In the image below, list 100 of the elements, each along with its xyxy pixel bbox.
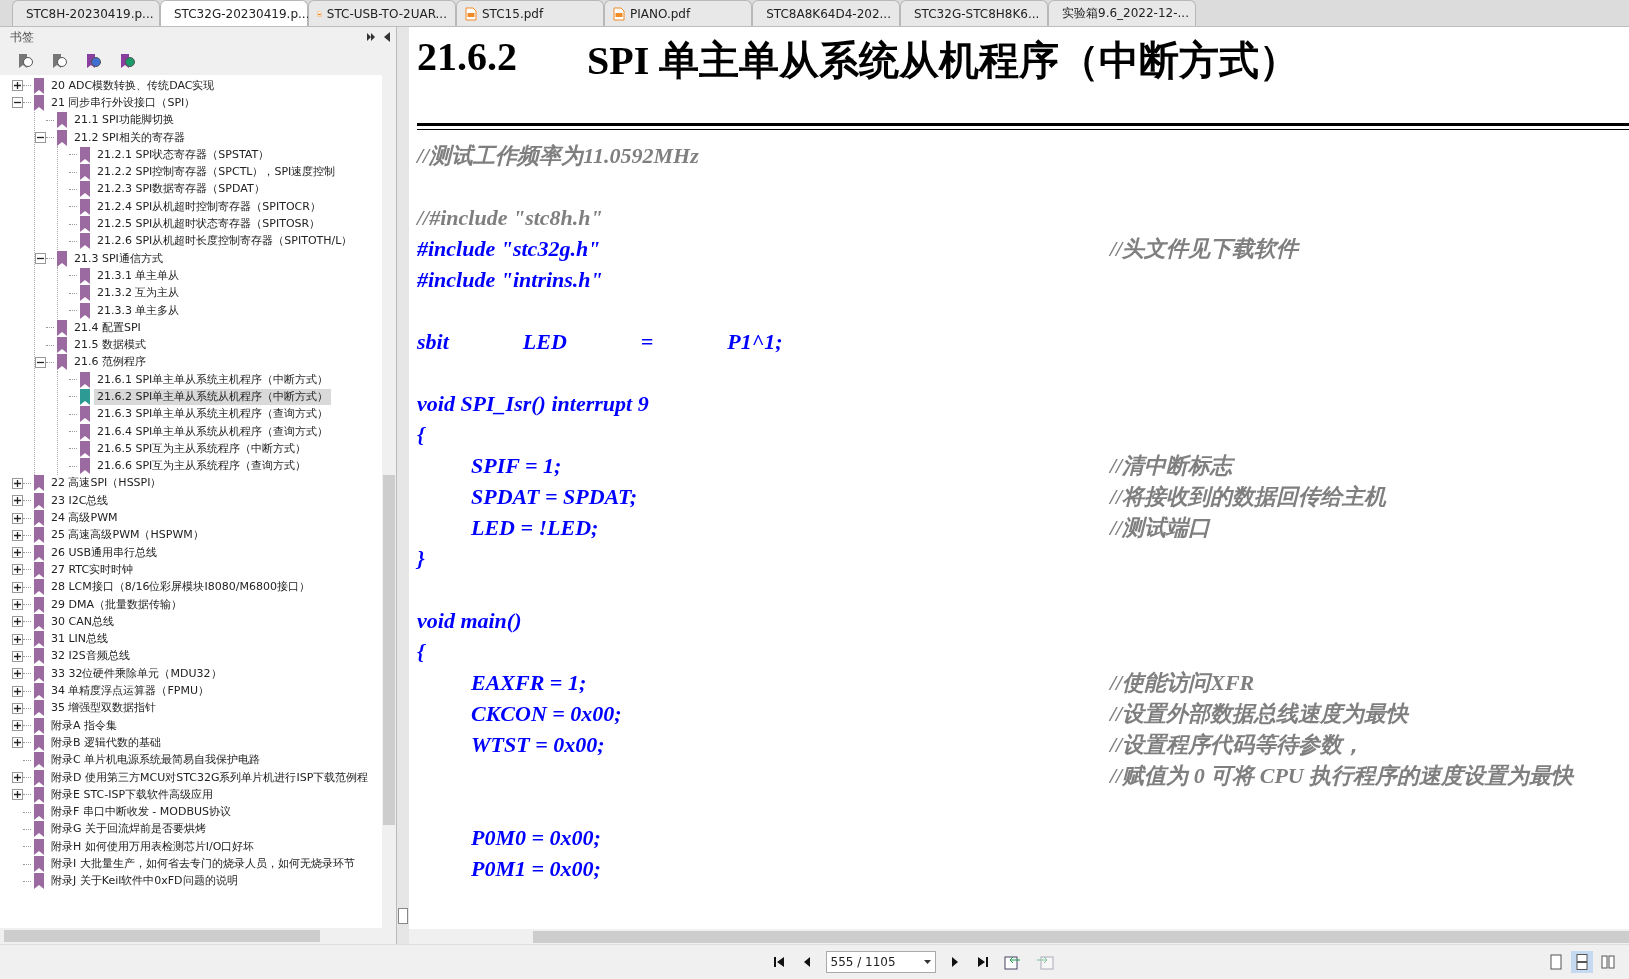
expand-toggle[interactable] (12, 737, 23, 749)
expand-toggle[interactable] (12, 772, 23, 783)
collapse-toggle[interactable] (12, 97, 23, 109)
expand-toggle[interactable] (12, 80, 23, 92)
scrollbar[interactable] (0, 928, 396, 944)
bookmark-item[interactable]: 21.6.3 SPI单主单从系统主机程序（查询方式） (94, 406, 332, 423)
bookmark-item[interactable]: 21.6.5 SPI互为主从系统程序（中断方式） (94, 440, 310, 457)
double-chevron-icon[interactable] (366, 32, 376, 42)
splitter-handle[interactable] (398, 908, 408, 924)
expand-toggle[interactable] (12, 581, 23, 593)
bookmark-check-icon[interactable] (118, 52, 136, 70)
bookmark-item[interactable]: 32 I2S音频总线 (48, 648, 133, 665)
bookmark-item[interactable]: 21.6.4 SPI单主单从系统从机程序（查询方式） (94, 423, 332, 440)
document-tab[interactable]: STC-USB-TO-2UAR... (308, 0, 456, 26)
bookmark-item[interactable]: 附录H 如何使用万用表检测芯片I/O口好坏 (48, 838, 258, 855)
bookmark-item[interactable]: 21.3.2 互为主从 (94, 285, 183, 302)
bookmark-icon (34, 77, 44, 94)
bookmark-delete-icon[interactable] (16, 52, 34, 70)
view-mode-button[interactable] (1571, 951, 1593, 973)
bookmark-item[interactable]: 附录C 单片机电源系统最简易自我保护电路 (48, 752, 264, 769)
expand-toggle[interactable] (12, 789, 23, 801)
bookmark-item[interactable]: 附录E STC-ISP下载软件高级应用 (48, 786, 216, 803)
bookmark-goto-icon[interactable] (84, 52, 102, 70)
bookmark-item[interactable]: 21.6 范例程序 (71, 354, 149, 371)
expand-toggle[interactable] (12, 564, 23, 576)
bookmark-item[interactable]: 27 RTC实时时钟 (48, 561, 137, 578)
document-tab[interactable]: STC8H-20230419.p... (12, 0, 160, 26)
expand-toggle[interactable] (12, 650, 23, 662)
document-tab[interactable]: STC8A8K64D4-202... (752, 0, 900, 26)
plus-icon (14, 497, 21, 505)
bookmark-item[interactable]: 35 增强型双数据指针 (48, 700, 160, 717)
bookmark-item[interactable]: 30 CAN总线 (48, 613, 117, 630)
bookmark-add-icon[interactable] (50, 52, 68, 70)
expand-toggle[interactable] (12, 599, 23, 611)
bookmark-item[interactable]: 29 DMA（批量数据传输） (48, 596, 185, 613)
document-tab[interactable]: STC15.pdf (456, 0, 604, 26)
expand-toggle[interactable] (12, 702, 23, 714)
document-tab[interactable]: STC32G-STC8H8K6... (900, 0, 1048, 26)
bookmark-item[interactable]: 21.2.6 SPI从机超时长度控制寄存器（SPITOTH/L） (94, 233, 356, 250)
bookmark-item[interactable]: 21.6.1 SPI单主单从系统主机程序（中断方式） (94, 371, 332, 388)
bookmark-icon (80, 216, 90, 232)
bookmark-item[interactable]: 34 单精度浮点运算器（FPMU） (48, 683, 212, 700)
collapse-panel-icon[interactable] (384, 32, 390, 42)
bookmark-item[interactable]: 21 同步串行外设接口（SPI） (48, 94, 199, 111)
bookmark-item[interactable]: 21.3 SPI通信方式 (71, 250, 166, 267)
expand-toggle[interactable] (12, 720, 23, 732)
expand-toggle[interactable] (12, 616, 23, 628)
bookmark-icon (34, 821, 44, 838)
dropdown-caret-icon[interactable] (923, 960, 931, 964)
bookmark-item[interactable]: 21.6.2 SPI单主单从系统从机程序（中断方式） (94, 389, 332, 405)
expand-toggle[interactable] (12, 633, 23, 645)
collapse-toggle[interactable] (35, 132, 46, 144)
page-number-field[interactable]: 555 / 1105 (825, 951, 936, 973)
bookmark-item[interactable]: 25 高速高级PWM（HSPWM） (48, 527, 207, 544)
document-tab[interactable]: STC32G-20230419.p... (160, 0, 308, 26)
back-view-icon (1003, 954, 1022, 970)
bookmark-item[interactable]: 附录G 关于回流焊前是否要烘烤 (48, 821, 210, 838)
collapse-toggle[interactable] (35, 356, 46, 368)
bookmark-item[interactable]: 附录F 串口中断收发 - MODBUS协议 (48, 804, 234, 821)
bookmark-item[interactable]: 21.5 数据模式 (71, 337, 149, 354)
bookmark-item[interactable]: 21.1 SPI功能脚切换 (71, 112, 177, 129)
document-tab[interactable]: PIANO.pdf (604, 0, 752, 26)
bookmark-item[interactable]: 附录A 指令集 (48, 717, 121, 734)
bookmark-item[interactable]: 31 LIN总线 (48, 631, 112, 648)
expand-toggle[interactable] (12, 547, 23, 559)
bookmark-item[interactable]: 21.2.4 SPI从机超时控制寄存器（SPITOCR） (94, 198, 324, 215)
expand-toggle[interactable] (12, 495, 23, 507)
bookmark-item[interactable]: 21.2.3 SPI数据寄存器（SPDAT） (94, 181, 268, 198)
bookmark-item[interactable]: 33 32位硬件乘除单元（MDU32） (48, 665, 225, 682)
collapse-toggle[interactable] (35, 253, 46, 265)
bookmark-item[interactable]: 21.2 SPI相关的寄存器 (71, 129, 188, 146)
bookmark-item[interactable]: 26 USB通用串行总线 (48, 544, 161, 561)
bookmark-icon (34, 786, 44, 803)
bookmark-icon (34, 838, 44, 855)
bookmark-item[interactable]: 24 高级PWM (48, 510, 121, 527)
bookmark-item[interactable]: 21.3.3 单主多从 (94, 302, 183, 319)
expand-toggle[interactable] (12, 685, 23, 697)
bookmark-item[interactable]: 28 LCM接口（8/16位彩屏模块I8080/M6800接口） (48, 579, 313, 596)
bookmark-item[interactable]: 22 高速SPI（HSSPI） (48, 475, 165, 492)
bookmark-item[interactable]: 20 ADC模数转换、传统DAC实现 (48, 77, 218, 94)
expand-toggle[interactable] (12, 529, 23, 541)
bookmark-item[interactable]: 21.3.1 单主单从 (94, 267, 183, 284)
bookmark-icon (80, 423, 90, 440)
bookmark-item[interactable]: 附录D 使用第三方MCU对STC32G系列单片机进行ISP下载范例程 (48, 769, 372, 786)
bookmark-item[interactable]: 21.2.2 SPI控制寄存器（SPCTL），SPI速度控制 (94, 164, 339, 181)
document-tab[interactable]: 实验箱9.6_2022-12-... (1048, 0, 1196, 26)
expand-toggle[interactable] (12, 512, 23, 524)
bookmark-icon (80, 302, 90, 319)
expand-toggle[interactable] (12, 668, 23, 680)
bookmark-item[interactable]: 附录B 逻辑代数的基础 (48, 734, 165, 751)
bookmark-icon (80, 198, 90, 215)
bookmark-icon (34, 527, 44, 544)
bookmark-item[interactable]: 21.6.6 SPI互为主从系统程序（查询方式） (94, 458, 310, 475)
bookmark-item[interactable]: 21.2.5 SPI从机超时状态寄存器（SPITOSR） (94, 216, 324, 232)
bookmark-item[interactable]: 21.4 配置SPI (71, 319, 144, 336)
bookmark-item[interactable]: 21.2.1 SPI状态寄存器（SPSTAT） (94, 146, 273, 163)
bookmark-item[interactable]: 附录J 关于Keil软件中0xFD问题的说明 (48, 873, 241, 890)
expand-toggle[interactable] (12, 477, 23, 489)
bookmark-item[interactable]: 附录I 大批量生产，如何省去专门的烧录人员，如何无烧录环节 (48, 856, 358, 872)
bookmark-item[interactable]: 23 I2C总线 (48, 492, 112, 509)
